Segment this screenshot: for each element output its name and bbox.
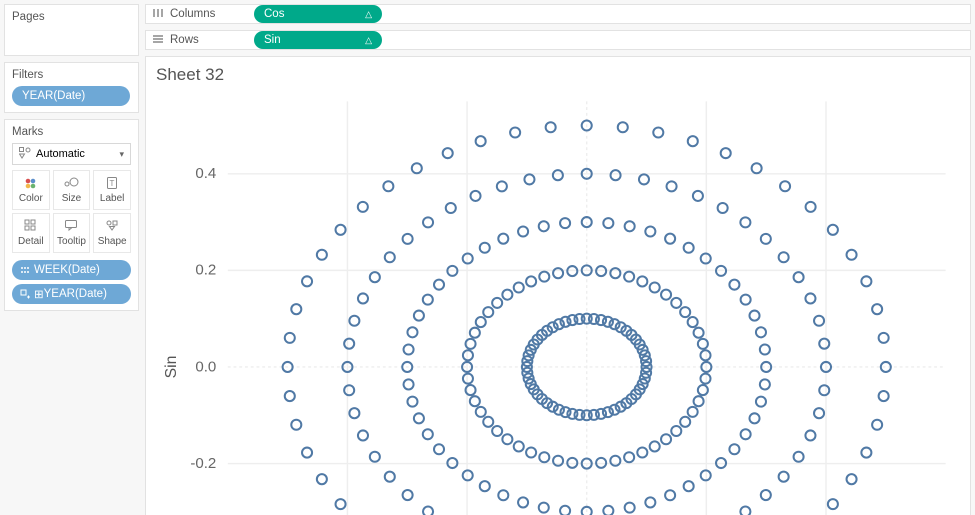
mark-btn-label: Detail <box>18 236 44 247</box>
mark-shape-pill[interactable]: ⊞ YEAR(Date) <box>12 284 131 304</box>
size-icon <box>63 176 79 191</box>
columns-icon <box>152 7 164 21</box>
detail-icon <box>24 219 38 234</box>
shapes-icon <box>19 147 31 162</box>
svg-text:Sin: Sin <box>163 356 180 379</box>
filter-pill-label: YEAR(Date) <box>22 90 85 102</box>
rows-pill-sin[interactable]: Sin △ <box>254 31 382 49</box>
svg-text:T: T <box>110 179 115 188</box>
pill-label: YEAR(Date) <box>44 288 107 300</box>
columns-shelf[interactable]: Columns Cos △ <box>145 4 971 24</box>
chevron-down-icon: ▾ <box>119 149 124 160</box>
mark-btn-color[interactable]: Color <box>12 170 50 210</box>
marks-card: Marks Automatic ▾ Color <box>4 119 139 311</box>
rows-icon <box>152 33 164 47</box>
pages-shelf[interactable]: Pages <box>4 4 139 56</box>
viz-area: Sheet 32 -0.4-0.4-0.2-0.20.00.00.20.20.4… <box>145 56 971 515</box>
mark-btn-label: Label <box>100 193 124 204</box>
mark-btn-label: Tooltip <box>57 236 86 247</box>
rows-shelf-label: Rows <box>152 33 242 47</box>
filters-title: Filters <box>12 69 131 81</box>
delta-icon: △ <box>365 9 372 20</box>
pages-title: Pages <box>12 11 131 23</box>
pill-label: WEEK(Date) <box>34 264 100 276</box>
mark-type-dropdown[interactable]: Automatic ▾ <box>12 143 131 165</box>
mark-btn-label: Color <box>19 193 43 204</box>
color-icon <box>24 176 38 191</box>
svg-text:0.0: 0.0 <box>195 358 216 375</box>
detail-icon <box>20 265 34 275</box>
mark-btn-label[interactable]: T Label <box>93 170 131 210</box>
marks-title: Marks <box>12 126 131 138</box>
rows-shelf[interactable]: Rows Sin △ <box>145 30 971 50</box>
svg-text:0.4: 0.4 <box>195 165 216 182</box>
label-icon: T <box>106 176 118 191</box>
filter-pill-year-date[interactable]: YEAR(Date) <box>12 86 130 106</box>
columns-shelf-label: Columns <box>152 7 242 21</box>
svg-text:-0.2: -0.2 <box>190 455 216 472</box>
scatter-plot[interactable]: -0.4-0.4-0.2-0.20.00.00.20.20.40.4CosSin <box>156 87 960 515</box>
columns-pill-cos[interactable]: Cos △ <box>254 5 382 23</box>
filters-shelf[interactable]: Filters YEAR(Date) <box>4 62 139 113</box>
tooltip-icon <box>64 219 78 234</box>
pill-label: Cos <box>264 8 284 20</box>
mark-btn-label: Size <box>62 193 81 204</box>
svg-text:0.2: 0.2 <box>195 262 216 279</box>
mark-type-label: Automatic <box>36 148 85 160</box>
sheet-title[interactable]: Sheet 32 <box>156 65 960 85</box>
mark-btn-tooltip[interactable]: Tooltip <box>53 213 91 253</box>
mark-detail-pill[interactable]: WEEK(Date) <box>12 260 131 280</box>
chart[interactable]: -0.4-0.4-0.2-0.20.00.00.20.20.40.4CosSin <box>156 87 960 515</box>
shape-plus-icon <box>20 289 34 299</box>
pill-label: Sin <box>264 34 281 46</box>
marks-grid: Color Size T Label <box>12 170 131 253</box>
mark-btn-size[interactable]: Size <box>53 170 91 210</box>
mark-btn-label: Shape <box>98 236 127 247</box>
mark-btn-detail[interactable]: Detail <box>12 213 50 253</box>
mark-btn-shape[interactable]: Shape <box>93 213 131 253</box>
shape-icon <box>105 219 119 234</box>
delta-icon: △ <box>365 35 372 46</box>
